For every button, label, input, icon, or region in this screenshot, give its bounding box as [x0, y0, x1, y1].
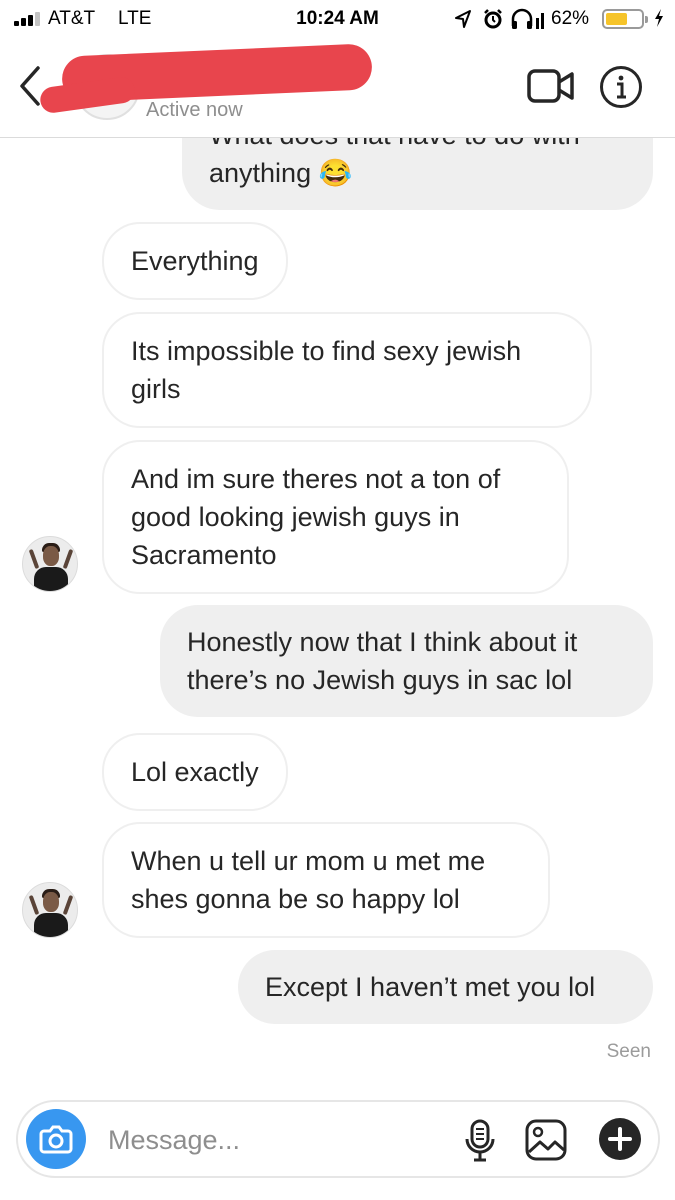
sender-avatar[interactable] [22, 536, 78, 592]
chat-header: Active now [0, 38, 675, 138]
headphones-icon [511, 8, 544, 29]
message-input[interactable] [108, 1120, 428, 1160]
message-bubble-outgoing[interactable]: What does that have to do with anything … [182, 138, 653, 210]
message-bubble-incoming[interactable]: When u tell ur mom u met me shes gonna b… [102, 822, 550, 938]
message-composer [16, 1100, 660, 1178]
video-call-icon[interactable] [527, 68, 575, 104]
charging-bolt-icon [655, 9, 663, 27]
camera-icon [39, 1125, 73, 1154]
seen-receipt: Seen [606, 1041, 651, 1062]
sender-avatar[interactable] [22, 882, 78, 938]
status-bar: AT&T LTE 10:24 AM 62% [0, 0, 675, 38]
message-bubble-outgoing[interactable]: Except I haven’t met you lol [238, 950, 653, 1024]
battery-icon [602, 9, 648, 29]
message-bubble-incoming[interactable]: Its impossible to find sexy jewish girls [102, 312, 592, 428]
message-thread[interactable]: What does that have to do with anything … [0, 138, 675, 1090]
active-status: Active now [146, 99, 243, 121]
gallery-icon[interactable] [524, 1118, 568, 1162]
microphone-icon[interactable] [463, 1119, 497, 1163]
message-bubble-incoming[interactable]: And im sure theres not a ton of good loo… [102, 440, 569, 594]
camera-button[interactable] [26, 1109, 86, 1169]
plus-icon[interactable] [598, 1117, 642, 1161]
message-bubble-incoming[interactable]: Lol exactly [102, 733, 288, 811]
info-icon[interactable] [599, 65, 643, 109]
location-arrow-icon [455, 10, 471, 28]
alarm-icon [484, 9, 502, 29]
message-bubble-incoming[interactable]: Everything [102, 222, 288, 300]
message-bubble-outgoing[interactable]: Honestly now that I think about it there… [160, 605, 653, 717]
battery-percent: 62% [551, 8, 590, 29]
